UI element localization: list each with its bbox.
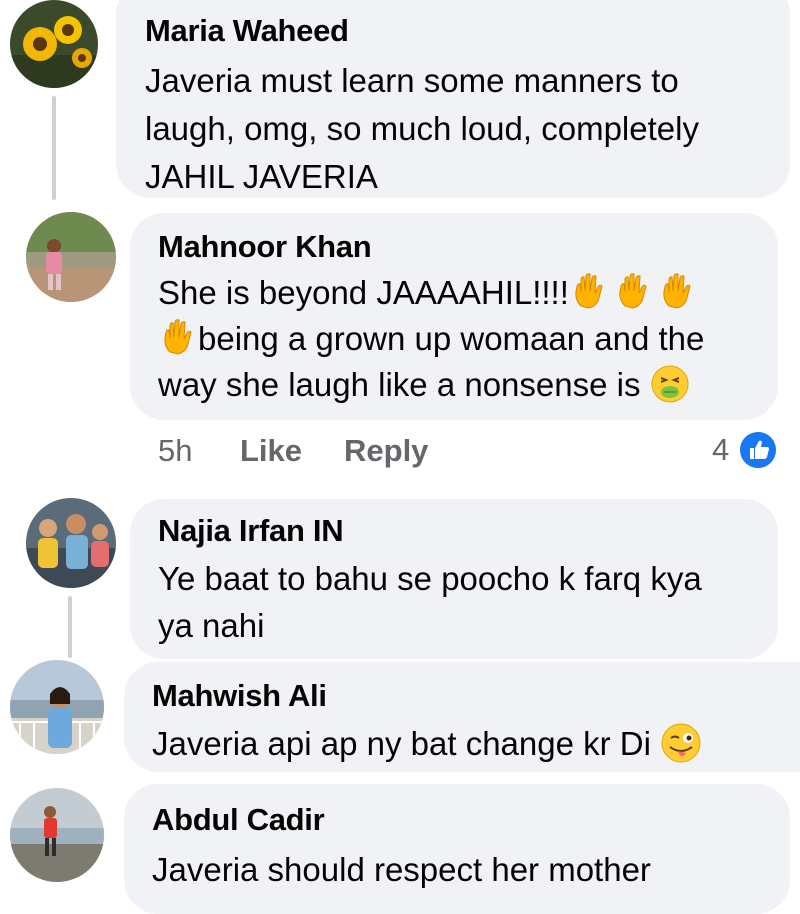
avatar-mahnoor-khan[interactable] [26,212,116,302]
thumbs-up-icon[interactable] [737,429,779,471]
family-photo-avatar [26,498,116,588]
comment-text: She is beyond JAAAAHIL!!!! [158,274,569,311]
comment-text-line: Javeria should respect her mother [152,851,651,888]
reply-button[interactable]: Reply [344,433,428,469]
avatar-maria-waheed[interactable] [10,0,98,88]
comment-text-line: Ye baat to bahu se poocho k farq kya [158,560,702,597]
comment-timestamp: 5h [158,433,193,468]
comment-text: way she laugh like a nonsense is [158,366,641,403]
avatar-najia-irfan[interactable] [26,498,116,588]
winking-tongue-emoji [660,722,702,764]
comment-text-line: She is beyond JAAAAHIL!!!! [158,270,697,316]
comment-author[interactable]: Najia Irfan IN [158,513,344,549]
nauseated-face-emoji [650,364,690,404]
raised-hand-emoji [569,272,609,312]
avatar-mahwish-ali[interactable] [10,660,104,754]
thread-line [68,596,72,658]
man-beach-avatar [10,788,104,882]
comment-author[interactable]: Mahwish Ali [152,678,327,714]
thread-line [52,96,56,200]
raised-hand-emoji [613,272,653,312]
sunflower-avatar [10,0,98,88]
comment-text-line: laugh, omg, so much loud, completely [145,110,699,147]
avatar-abdul-cadir[interactable] [10,788,104,882]
comment-author[interactable]: Abdul Cadir [152,802,325,838]
raised-hand-emoji [657,272,697,312]
girl-walking-avatar [26,212,116,302]
raised-hand-emoji [158,318,198,358]
comment-text-line: Javeria must learn some manners to [145,62,679,99]
comment-text-line: Javeria api ap ny bat change kr Di [152,721,702,767]
reaction-count[interactable]: 4 [712,432,729,468]
comment-text: Javeria api ap ny bat change kr Di [152,725,651,762]
comment-text-line: JAHIL JAVERIA [145,158,378,195]
comment-text: being a grown up womaan and the [198,320,705,357]
comment-text-line: ya nahi [158,607,265,644]
like-button[interactable]: Like [240,433,302,469]
woman-balcony-avatar [10,660,104,754]
comment-text-line: way she laugh like a nonsense is [158,362,690,408]
comment-author[interactable]: Mahnoor Khan [158,229,372,265]
comment-author[interactable]: Maria Waheed [145,13,349,49]
comment-text-line: being a grown up womaan and the [158,316,704,362]
